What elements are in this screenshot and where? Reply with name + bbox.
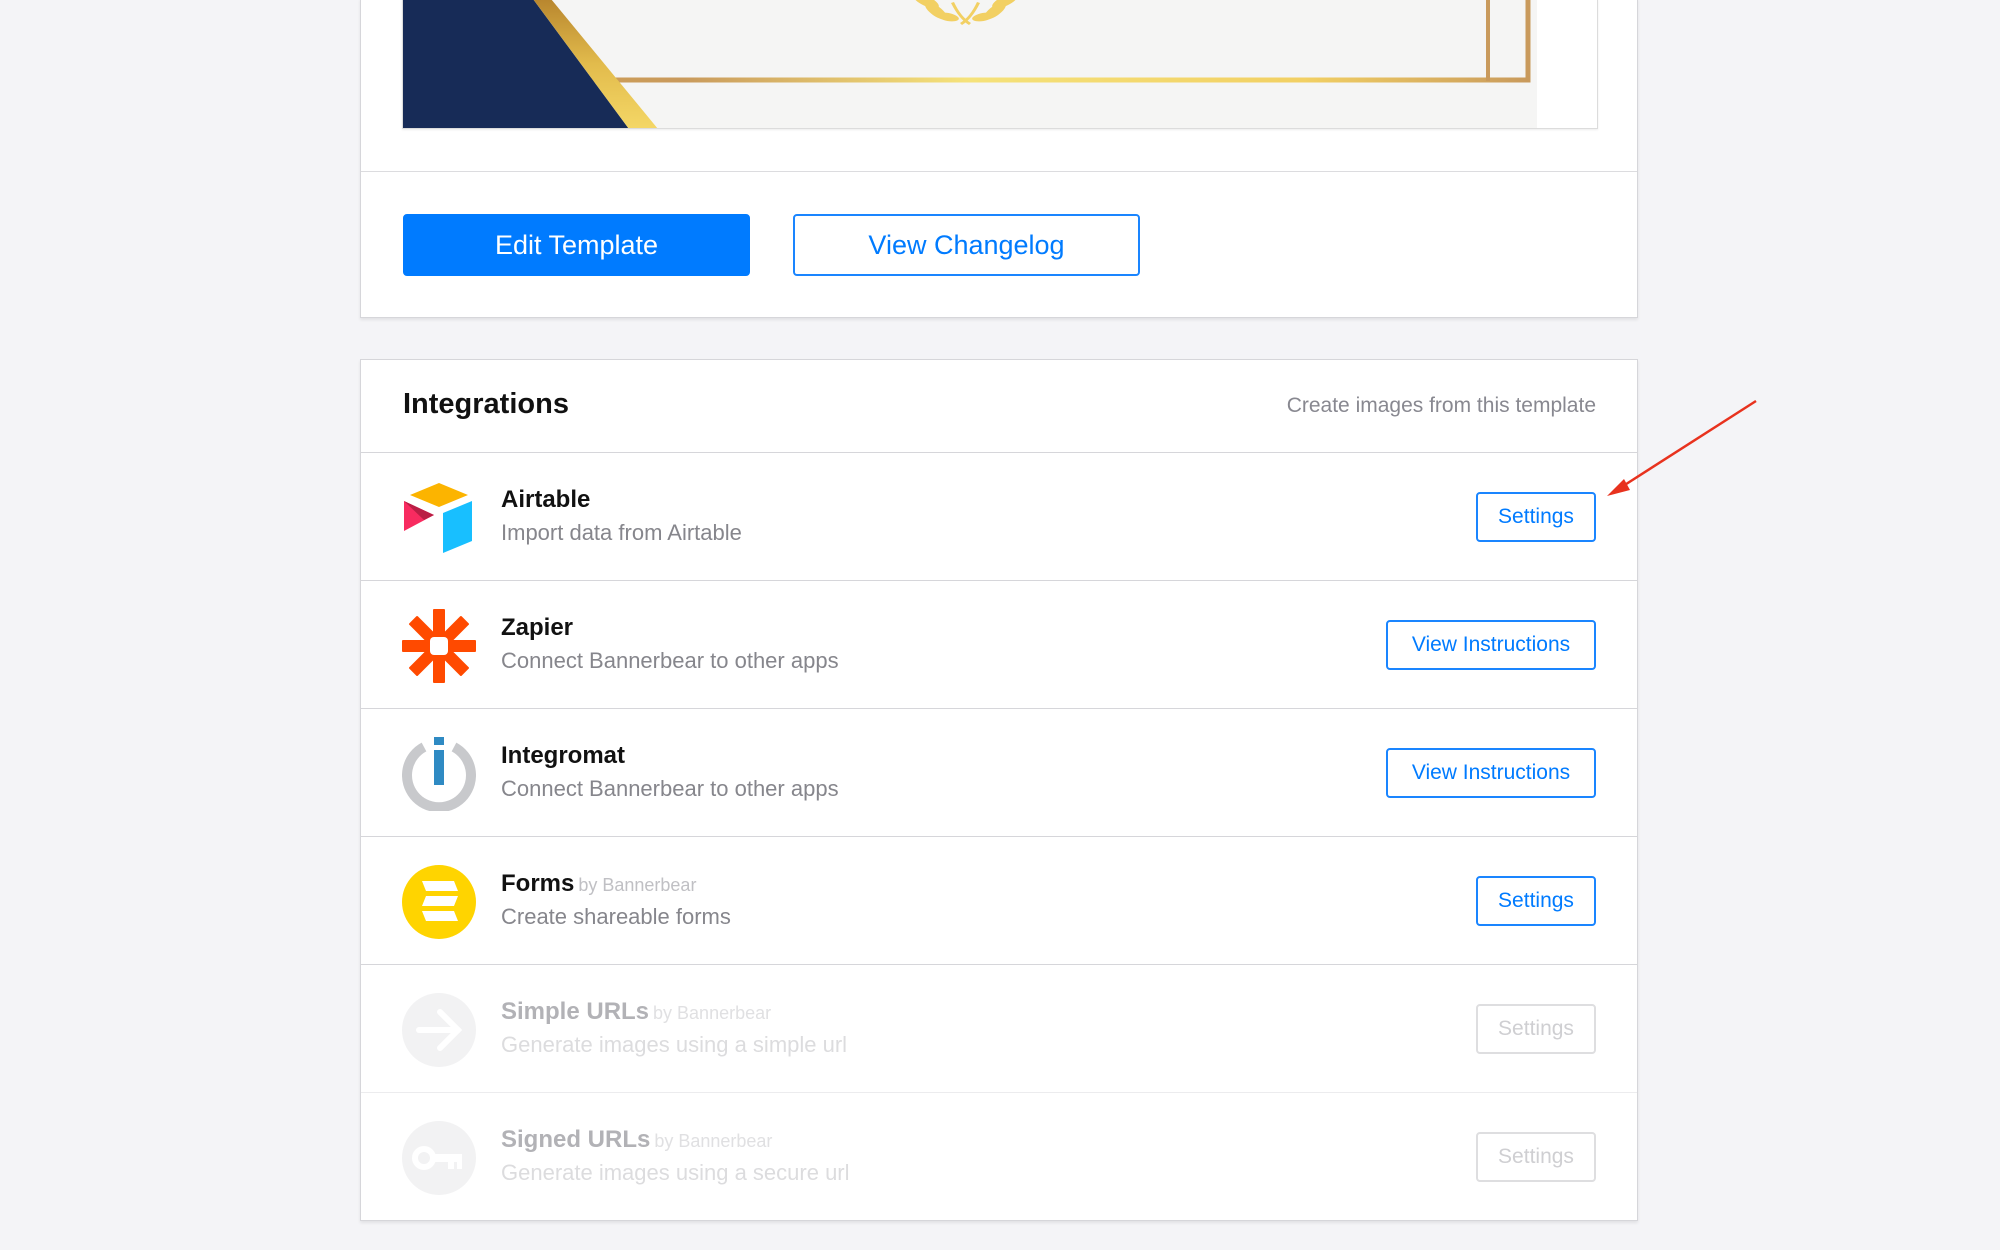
edit-template-button[interactable]: Edit Template [403, 214, 750, 276]
integration-row-simple-urls: Simple URLs by Bannerbear Generate images… [361, 965, 1637, 1093]
integration-row-signed-urls: Signed URLs by Bannerbear Generate images… [361, 1093, 1637, 1221]
integrations-subtitle: Create images from this template [1286, 394, 1596, 417]
template-preview-image [402, 0, 1598, 129]
integration-row-zapier: Zapier Connect Bannerbear to other apps … [361, 581, 1637, 709]
template-card: Edit Template View Changelog [360, 0, 1638, 318]
airtable-settings-button[interactable]: Settings [1476, 492, 1596, 542]
arrow-right-icon [402, 993, 476, 1067]
integrations-title: Integrations [403, 388, 569, 420]
view-changelog-button[interactable]: View Changelog [793, 214, 1140, 276]
integromat-logo-icon [402, 737, 476, 811]
zapier-view-instructions-button[interactable]: View Instructions [1386, 620, 1596, 670]
zapier-logo-icon [402, 609, 476, 683]
integration-row-airtable: Airtable Import data from Airtable Setti… [361, 453, 1637, 581]
key-icon [402, 1121, 476, 1195]
integration-description: Connect Bannerbear to other apps [501, 648, 839, 673]
integration-description: Import data from Airtable [501, 520, 742, 545]
integrations-card: Integrations Create images from this tem… [360, 359, 1638, 1221]
airtable-logo-icon [402, 481, 476, 555]
integrations-header: Integrations Create images from this tem… [361, 360, 1637, 453]
integration-description: Connect Bannerbear to other apps [501, 776, 839, 801]
integration-name: Zapier [501, 614, 574, 641]
integromat-view-instructions-button[interactable]: View Instructions [1386, 748, 1596, 798]
forms-settings-button[interactable]: Settings [1476, 876, 1596, 926]
integration-row-integromat: Integromat Connect Bannerbear to other a… [361, 709, 1637, 837]
simple-urls-settings-button[interactable]: Settings [1476, 1004, 1596, 1054]
divider [361, 171, 1637, 172]
integration-by-label: by Bannerbear [653, 1003, 772, 1023]
integration-by-label: by Bannerbear [578, 875, 697, 895]
integration-name: Forms by Bannerbear [501, 870, 697, 897]
forms-logo-icon [402, 865, 476, 939]
certificate-preview-graphic [403, 0, 1597, 128]
integration-description: Create shareable forms [501, 904, 731, 929]
integration-name: Signed URLs by Bannerbear [501, 1126, 773, 1153]
signed-urls-settings-button[interactable]: Settings [1476, 1132, 1596, 1182]
integration-description: Generate images using a secure url [501, 1160, 850, 1185]
integration-row-forms: Forms by Bannerbear Create shareable form… [361, 837, 1637, 965]
integration-description: Generate images using a simple url [501, 1032, 848, 1057]
integration-by-label: by Bannerbear [654, 1131, 773, 1151]
integration-name: Airtable [501, 486, 591, 513]
integration-name: Integromat [501, 742, 626, 769]
integration-name: Simple URLs by Bannerbear [501, 998, 772, 1025]
